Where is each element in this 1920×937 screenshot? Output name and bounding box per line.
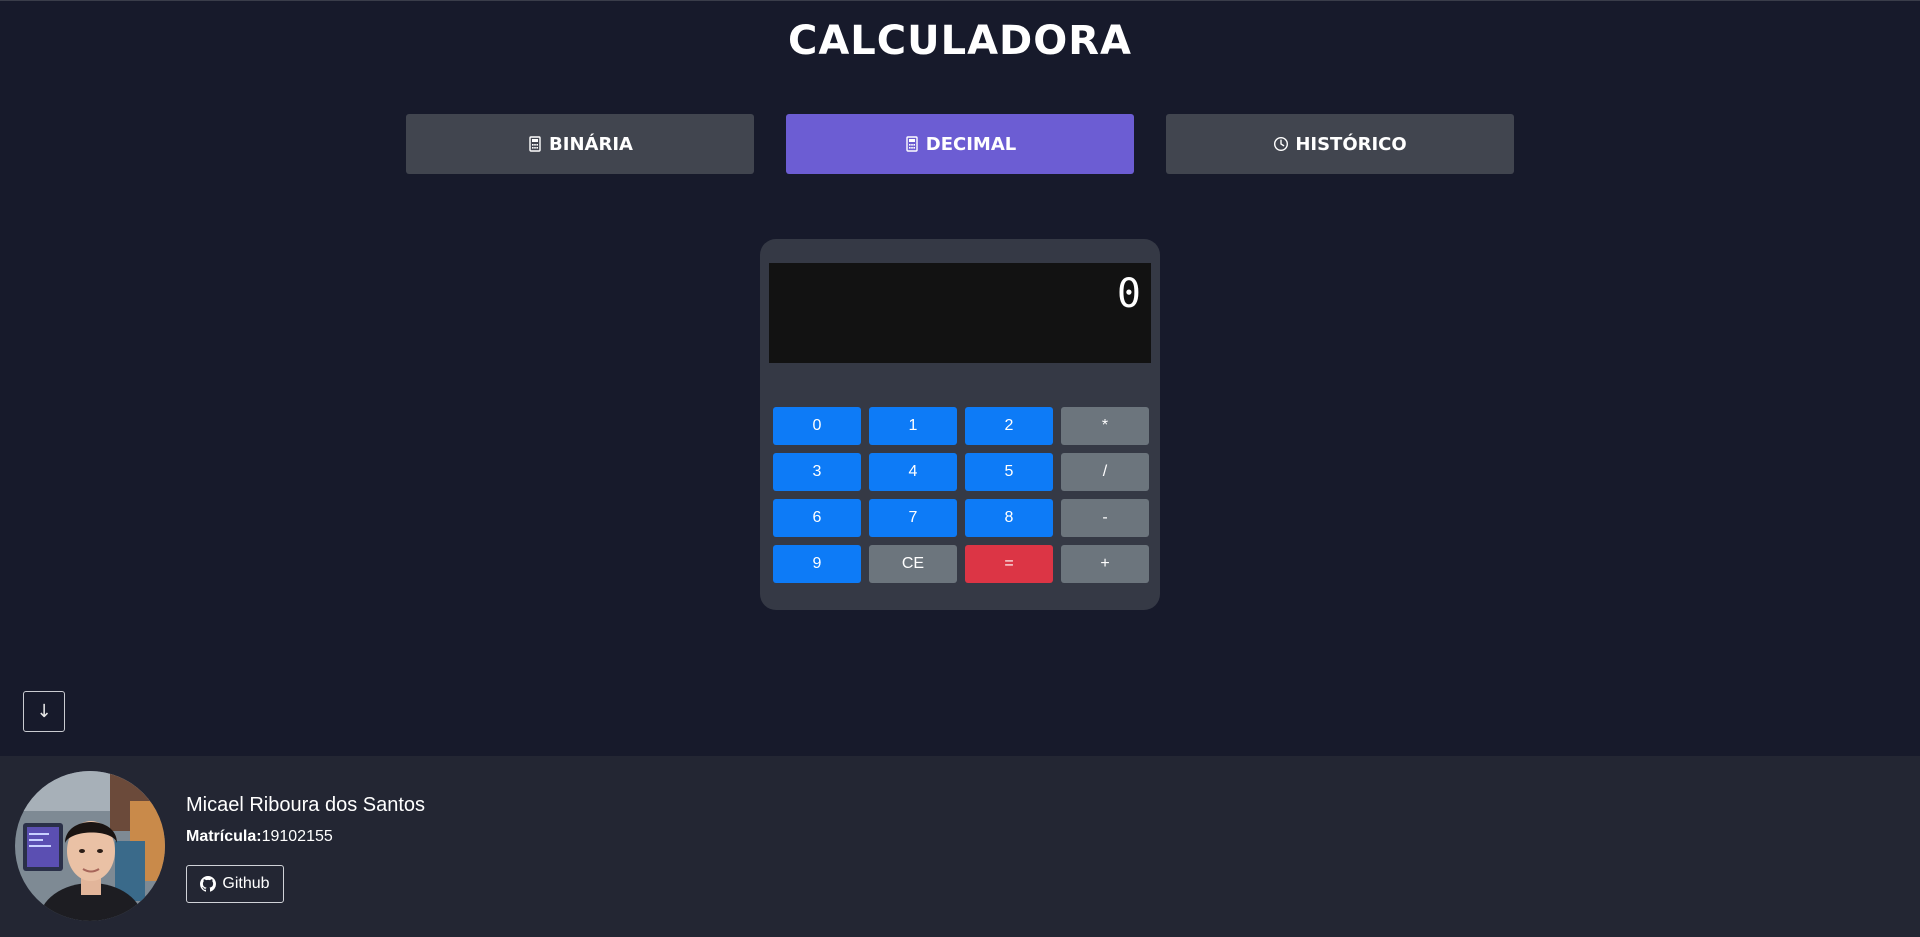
key-2[interactable]: 2 <box>965 407 1053 445</box>
key-clear-entry[interactable]: CE <box>869 545 957 583</box>
clock-icon <box>1274 136 1289 152</box>
key-1[interactable]: 1 <box>869 407 957 445</box>
matricula-label: Matrícula: <box>186 828 262 845</box>
key-9[interactable]: 9 <box>773 545 861 583</box>
tab-label: DECIMAL <box>925 133 1017 155</box>
key-equals[interactable]: = <box>965 545 1053 583</box>
scroll-down-button[interactable]: ↓ <box>23 691 65 732</box>
key-4[interactable]: 4 <box>869 453 957 491</box>
top-border <box>0 0 1920 1</box>
key-0[interactable]: 0 <box>773 407 861 445</box>
author-name: Micael Riboura dos Santos <box>186 794 426 816</box>
key-subtract[interactable]: - <box>1061 499 1149 537</box>
matricula: Matrícula:19102155 <box>186 828 333 846</box>
matricula-value: 19102155 <box>261 828 333 845</box>
key-5[interactable]: 5 <box>965 453 1053 491</box>
tab-decimal[interactable]: DECIMAL <box>786 114 1134 174</box>
github-label: Github <box>222 875 270 892</box>
calculator-icon <box>906 136 918 152</box>
github-icon <box>200 876 217 892</box>
calculator-icon <box>529 136 541 152</box>
tab-label: HISTÓRICO <box>1295 133 1407 155</box>
footer: Micael Riboura dos Santos Matrícula:1910… <box>0 756 1920 937</box>
tab-binaria[interactable]: BINÁRIA <box>406 114 754 174</box>
key-3[interactable]: 3 <box>773 453 861 491</box>
key-divide[interactable]: / <box>1061 453 1149 491</box>
key-add[interactable]: + <box>1061 545 1149 583</box>
arrow-down-icon: ↓ <box>36 701 52 722</box>
key-8[interactable]: 8 <box>965 499 1053 537</box>
tab-historico[interactable]: HISTÓRICO <box>1166 114 1514 174</box>
tab-label: BINÁRIA <box>549 133 633 155</box>
page-title: CALCULADORA <box>787 18 1133 64</box>
github-button[interactable]: Github <box>186 865 284 903</box>
key-multiply[interactable]: * <box>1061 407 1149 445</box>
key-7[interactable]: 7 <box>869 499 957 537</box>
keypad: 0 1 2 * 3 4 5 / 6 7 8 - 9 CE = + <box>773 407 1149 583</box>
avatar <box>15 771 165 921</box>
calculator: 0 0 1 2 * 3 4 5 / 6 7 8 - 9 CE = + <box>760 239 1160 610</box>
calculator-display: 0 <box>769 263 1151 363</box>
key-6[interactable]: 6 <box>773 499 861 537</box>
